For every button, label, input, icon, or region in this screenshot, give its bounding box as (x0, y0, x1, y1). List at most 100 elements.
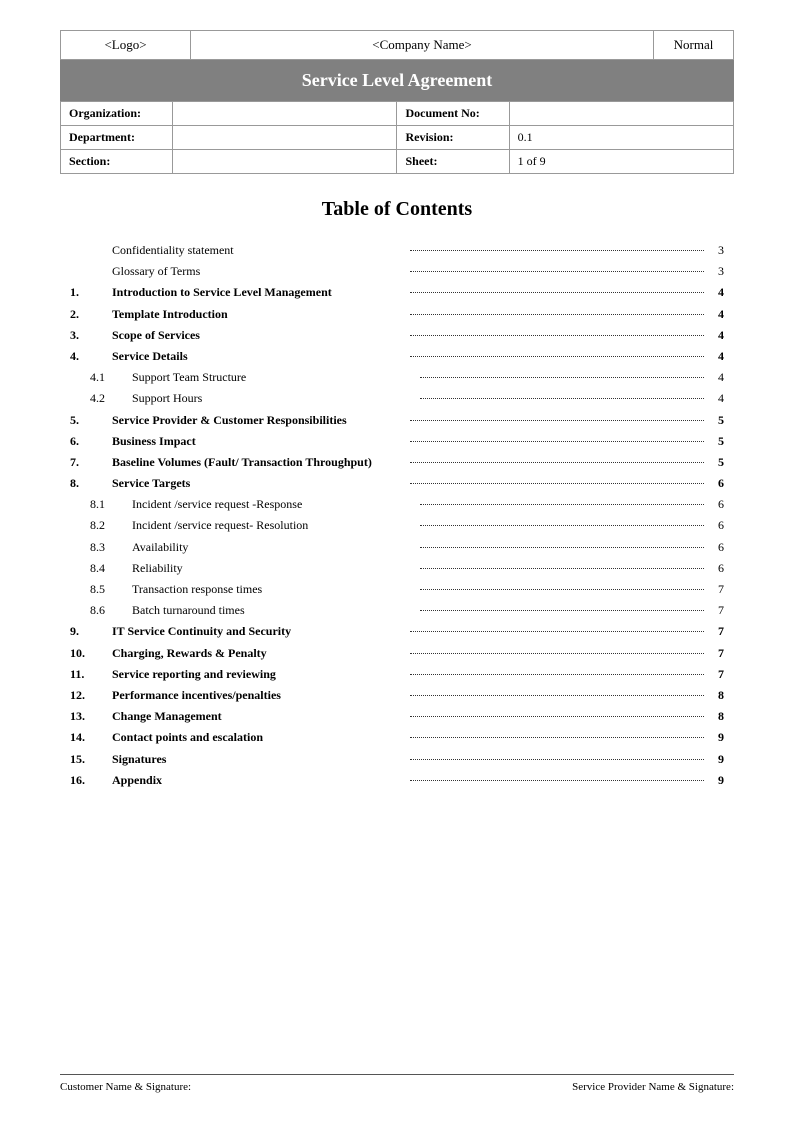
toc-entry: 5.Service Provider & Customer Responsibi… (70, 411, 724, 430)
toc-number: 9. (70, 622, 112, 641)
toc-title: IT Service Continuity and Security (112, 622, 406, 641)
sheet-label: Sheet: (397, 150, 509, 174)
toc-dots (410, 335, 704, 336)
toc-title: Transaction response times (132, 580, 416, 599)
toc-entry: 10.Charging, Rewards & Penalty 7 (70, 644, 724, 663)
document-page: <Logo> <Company Name> Normal Service Lev… (0, 0, 794, 1123)
toc-dots (410, 780, 704, 781)
toc-dots (420, 589, 704, 590)
company-name-cell: <Company Name> (191, 31, 654, 60)
toc-dots (410, 462, 704, 463)
toc-dots (410, 631, 704, 632)
toc-title: Change Management (112, 707, 406, 726)
toc-entry: 8.1Incident /service request -Response6 (70, 495, 724, 514)
toc-dots (420, 525, 704, 526)
toc-title: Incident /service request- Resolution (132, 516, 416, 535)
toc-number: 10. (70, 644, 112, 663)
toc-page: 9 (708, 728, 724, 747)
sheet-value: 1 of 9 (509, 150, 733, 174)
toc-heading: Table of Contents (60, 198, 734, 221)
toc-number: 2. (70, 305, 112, 324)
toc-dots (420, 610, 704, 611)
toc-number: 13. (70, 707, 112, 726)
toc-entry: 11.Service reporting and reviewing 7 (70, 665, 724, 684)
toc-entry: 15.Signatures9 (70, 750, 724, 769)
toc-dots (410, 674, 704, 675)
toc-page: 7 (708, 665, 724, 684)
toc-entry: 8.5Transaction response times7 (70, 580, 724, 599)
docno-label: Document No: (397, 102, 509, 126)
toc-page: 6 (708, 516, 724, 535)
toc-number: 1. (70, 283, 112, 302)
toc-page: 5 (708, 432, 724, 451)
toc-title: Support Team Structure (132, 368, 416, 387)
toc-title: Service reporting and reviewing (112, 665, 406, 684)
toc-dots (420, 398, 704, 399)
toc-dots (410, 483, 704, 484)
toc-number: 8.4 (90, 559, 132, 578)
section-label: Section: (61, 150, 173, 174)
toc-entry: 8.3Availability6 (70, 538, 724, 557)
toc-dots (410, 356, 704, 357)
toc-entry: Glossary of Terms3 (70, 262, 724, 281)
toc-page: 4 (708, 326, 724, 345)
toc-page: 9 (708, 750, 724, 769)
header-table: <Logo> <Company Name> Normal (60, 30, 734, 60)
toc-title: Performance incentives/penalties (112, 686, 406, 705)
toc-page: 5 (708, 411, 724, 430)
toc-title: Service Details (112, 347, 406, 366)
toc-page: 6 (708, 495, 724, 514)
toc-dots (410, 653, 704, 654)
toc-dots (410, 441, 704, 442)
provider-signature: Service Provider Name & Signature: (572, 1081, 734, 1093)
toc-page: 5 (708, 453, 724, 472)
info-row-3: Section: Sheet: 1 of 9 (61, 150, 734, 174)
toc-page: 4 (708, 283, 724, 302)
toc-dots (410, 716, 704, 717)
section-value (173, 150, 397, 174)
toc-page: 4 (708, 368, 724, 387)
toc-dots (410, 759, 704, 760)
toc-number: 12. (70, 686, 112, 705)
toc-dots (410, 271, 704, 272)
toc-entry: 6.Business Impact5 (70, 432, 724, 451)
revision-label: Revision: (397, 126, 509, 150)
toc-entry: 4.2Support Hours 4 (70, 389, 724, 408)
toc-entry: 8.4Reliability6 (70, 559, 724, 578)
toc-title: Appendix (112, 771, 406, 790)
toc-page: 7 (708, 644, 724, 663)
toc-container: Confidentiality statement3 Glossary of Te… (60, 241, 734, 790)
toc-dots (420, 568, 704, 569)
toc-title: Charging, Rewards & Penalty (112, 644, 406, 663)
toc-title: Support Hours (132, 389, 416, 408)
toc-number: 16. (70, 771, 112, 790)
revision-value: 0.1 (509, 126, 733, 150)
toc-title: Introduction to Service Level Management (112, 283, 406, 302)
toc-page: 4 (708, 305, 724, 324)
toc-number: 7. (70, 453, 112, 472)
toc-page: 4 (708, 389, 724, 408)
toc-title: Glossary of Terms (112, 262, 406, 281)
toc-entry: 8.6Batch turnaround times7 (70, 601, 724, 620)
org-value (173, 102, 397, 126)
toc-number: 4. (70, 347, 112, 366)
toc-number: 4.1 (90, 368, 132, 387)
toc-dots (420, 547, 704, 548)
toc-page: 8 (708, 686, 724, 705)
footer: Customer Name & Signature: Service Provi… (60, 1074, 734, 1093)
toc-dots (410, 250, 704, 251)
toc-entry: 8.2Incident /service request- Resolution… (70, 516, 724, 535)
toc-page: 6 (708, 474, 724, 493)
toc-entry: 9.IT Service Continuity and Security7 (70, 622, 724, 641)
toc-number: 4.2 (90, 389, 132, 408)
toc-number: 14. (70, 728, 112, 747)
toc-page: 6 (708, 559, 724, 578)
normal-cell: Normal (654, 31, 734, 60)
toc-entry: Confidentiality statement3 (70, 241, 724, 260)
toc-page: 4 (708, 347, 724, 366)
toc-entry: 1.Introduction to Service Level Manageme… (70, 283, 724, 302)
toc-entry: 12.Performance incentives/penalties 8 (70, 686, 724, 705)
toc-dots (420, 504, 704, 505)
toc-number: 15. (70, 750, 112, 769)
toc-number: 11. (70, 665, 112, 684)
